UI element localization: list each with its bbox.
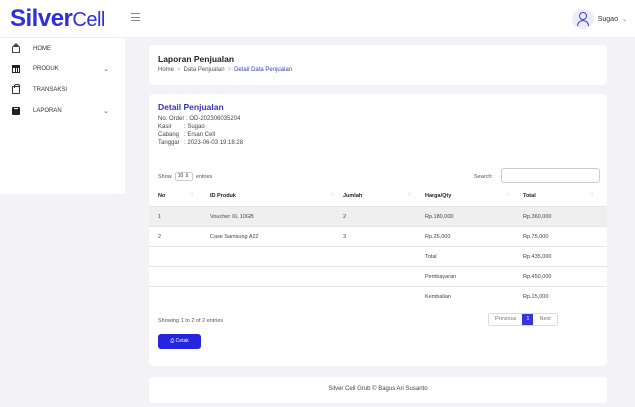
pagination-page-1[interactable]: 1: [522, 314, 534, 325]
print-button-label: Cetak: [175, 338, 189, 344]
sort-icon[interactable]: ↑↓: [330, 192, 335, 198]
column-header-jumlah[interactable]: Jumlah: [343, 193, 362, 199]
user-name: Sugao: [597, 15, 618, 23]
bag-icon: [12, 84, 20, 94]
breadcrumb-home[interactable]: Home: [158, 67, 174, 73]
column-header-id-produk[interactable]: ID Produk: [210, 193, 236, 199]
cell-id-produk: Voucher XL 10GB: [210, 214, 254, 220]
tanggal-label: Tanggal: [158, 140, 180, 146]
cell-total: Rp.75,000: [523, 234, 549, 240]
column-header-no[interactable]: No: [158, 193, 165, 199]
summary-row-total: Total Rp.435,000: [149, 246, 607, 266]
detail-title: Detail Penjualan: [158, 102, 224, 112]
kasir-value: : Sugao: [184, 124, 205, 130]
page-header-card: Laporan Penjualan Home > Data Penjualan > De…: [149, 45, 607, 85]
summary-label: Total: [425, 254, 437, 260]
brand-logo[interactable]: SilverCell: [10, 5, 105, 33]
tanggal-info: Tanggal : 2023-06-03 19:18:28: [158, 140, 243, 146]
menu-toggle-icon[interactable]: [131, 13, 140, 21]
sidebar-item-label: PRODUK: [33, 66, 59, 72]
sidebar-item-label: TRANSAKSI: [33, 87, 68, 93]
summary-value: Rp.435,000: [523, 254, 552, 260]
entries-length-control: Show 10 ⇕ entries: [158, 172, 212, 181]
cabang-info: Cabang : Ersan Cell: [158, 132, 215, 138]
breadcrumb-separator: >: [177, 67, 181, 73]
chevron-down-icon: ⌄: [103, 108, 109, 115]
table-row: 2 Case Samsung A22 3 Rp.25,000 Rp.75,000: [149, 226, 607, 246]
sidebar: HOME PRODUK ⌄ TRANSAKSI LAPORAN ⌄: [0, 38, 125, 194]
clipboard-icon: [12, 107, 20, 115]
footer-text: Silver Cell Grub © Bagus Ari Susanto: [328, 386, 428, 392]
user-avatar-icon: [571, 9, 594, 29]
entries-label: entries: [195, 173, 213, 180]
sort-icon[interactable]: ↑↓: [505, 192, 510, 198]
cabang-value: : Ersan Cell: [184, 132, 216, 138]
breadcrumb-data-penjualan[interactable]: Data Penjualan: [184, 67, 225, 73]
brand-name-part2: Cell: [72, 9, 105, 31]
search-label: Search:: [474, 174, 493, 180]
summary-label: Kembalian: [425, 294, 451, 300]
home-icon: [12, 43, 20, 53]
kasir-label: Kasir: [158, 124, 172, 130]
entries-select-value: 10: [177, 173, 184, 179]
sort-icon[interactable]: ↑↓: [189, 192, 194, 198]
summary-value: Rp.15,000: [523, 294, 549, 300]
kasir-info: Kasir : Sugao: [158, 124, 205, 130]
top-bar: SilverCell Sugao ⌄: [0, 0, 635, 38]
search-input[interactable]: [501, 168, 600, 183]
cabang-label: Cabang: [158, 132, 180, 138]
order-number: No. Order : OD-202306035204: [158, 116, 241, 122]
chevron-down-icon: ⌄: [621, 16, 627, 23]
footer: Silver Cell Grub © Bagus Ari Susanto: [149, 377, 607, 403]
summary-row-pembayaran: Pembayaran Rp.450,000: [149, 266, 607, 286]
table-icon: [12, 65, 20, 73]
brand-name-part1: Silver: [10, 5, 73, 32]
show-label: Show: [158, 173, 172, 180]
summary-value: Rp.450,000: [523, 274, 552, 280]
cell-harga: Rp.25,000: [425, 234, 451, 240]
entries-info: Showing 1 to 2 of 2 entries: [158, 318, 224, 324]
sidebar-item-transaksi[interactable]: TRANSAKSI: [12, 84, 117, 94]
sidebar-item-label: HOME: [33, 46, 51, 52]
breadcrumb-separator: >: [227, 67, 232, 73]
cell-jumlah: 2: [343, 214, 347, 220]
breadcrumb-current: Detail Data Penjualan: [234, 67, 293, 73]
pagination: Previous 1 Next: [488, 313, 558, 326]
sort-icon[interactable]: ↑↓: [589, 192, 594, 198]
sidebar-item-produk[interactable]: PRODUK ⌄: [12, 65, 117, 73]
cell-no: 2: [158, 234, 162, 240]
sidebar-item-home[interactable]: HOME: [12, 43, 117, 53]
tanggal-value: : 2023-06-03 19:18:28: [184, 140, 244, 146]
user-menu[interactable]: Sugao ⌄: [571, 9, 627, 29]
column-header-total[interactable]: Total: [523, 193, 536, 199]
cell-harga: Rp.180,000: [425, 214, 454, 220]
sort-icon[interactable]: ↑↓: [407, 192, 412, 198]
summary-row-kembalian: Kembalian Rp.15,000: [149, 286, 607, 306]
column-header-harga[interactable]: Harga/Qty: [425, 193, 451, 199]
cell-jumlah: 3: [343, 234, 347, 240]
table-row: 1 Voucher XL 10GB 2 Rp.180,000 Rp.360,00…: [149, 206, 607, 226]
summary-label: Pembayaran: [425, 274, 457, 280]
breadcrumb: Home > Data Penjualan > Detail Data Penjuala…: [158, 67, 292, 73]
table-header-row: No ↑↓ ID Produk ↑↓ Jumlah ↑↓ Harga/Qty ↑…: [149, 186, 607, 206]
detail-card: Detail Penjualan No. Order : OD-20230603…: [149, 94, 607, 366]
pagination-next[interactable]: Next: [533, 314, 556, 325]
sidebar-item-label: LAPORAN: [33, 108, 62, 114]
print-icon: ⎙: [170, 338, 175, 344]
print-button[interactable]: ⎙ Cetak: [158, 334, 201, 349]
cell-total: Rp.360,000: [523, 214, 552, 220]
cell-no: 1: [158, 214, 162, 220]
page-title: Laporan Penjualan: [158, 54, 235, 64]
cell-id-produk: Case Samsung A22: [210, 234, 259, 240]
pagination-previous[interactable]: Previous: [489, 314, 522, 325]
entries-select[interactable]: 10 ⇕: [174, 172, 193, 181]
sidebar-item-laporan[interactable]: LAPORAN ⌄: [12, 107, 117, 115]
chevron-down-icon: ⌄: [103, 66, 109, 73]
